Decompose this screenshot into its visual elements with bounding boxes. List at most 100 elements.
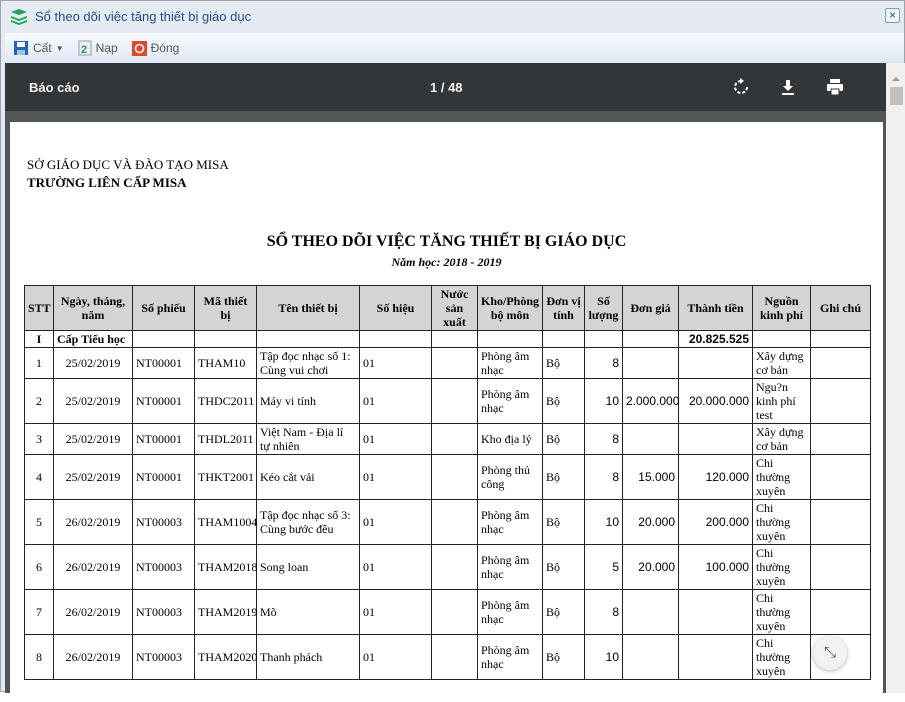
table-cell: 10 <box>584 634 623 680</box>
table-cell: 25/02/2019 <box>53 423 133 455</box>
download-icon[interactable] <box>778 77 798 97</box>
table-cell: 8 <box>24 634 54 680</box>
table-cell <box>431 347 478 379</box>
table-cell <box>678 589 753 635</box>
table-cell: 3 <box>24 423 54 455</box>
table-cell: NT00003 <box>132 544 195 590</box>
table-cell: Phòng âm nhạc <box>477 544 543 590</box>
table-cell: 01 <box>359 454 432 500</box>
table-cell: Chi thường xuyên <box>752 544 811 590</box>
table-cell <box>678 347 753 379</box>
column-header: Đơn vị tính <box>542 285 585 331</box>
table-cell <box>810 347 871 379</box>
equipment-table: STT Ngày, tháng, năm Số phiếu Mã thiết bị Tê… <box>24 285 871 680</box>
table-cell: Xây dựng cơ bản <box>752 347 811 379</box>
title-bar: Sổ theo dõi việc tăng thiết bị giáo dục … <box>1 1 904 32</box>
group-row: I Cấp Tiểu học 20.825.525 <box>24 330 871 348</box>
table-cell: Bộ <box>542 499 585 545</box>
table-row: 6 26/02/2019 NT00003 THAM2018 Song loan 01 Phò… <box>24 544 871 590</box>
table-cell: 10 <box>584 499 623 545</box>
table-cell <box>431 454 478 500</box>
table-cell <box>431 544 478 590</box>
table-cell: THAM2020 <box>194 634 257 680</box>
print-icon[interactable] <box>825 77 845 97</box>
reload-button[interactable]: 2 Nạp <box>78 40 118 56</box>
table-cell <box>431 423 478 455</box>
column-header: Nước sản xuất <box>431 285 478 331</box>
window: Sổ theo dõi việc tăng thiết bị giáo dục … <box>0 0 905 702</box>
table-cell: 8 <box>584 347 623 379</box>
save-button[interactable]: Cất ▼ <box>13 40 64 56</box>
table-cell <box>622 423 679 455</box>
table-row: 2 25/02/2019 NT00001 THDC2011 Máy vi tính 01 P… <box>24 378 871 424</box>
table-cell: 26/02/2019 <box>53 634 133 680</box>
scrollbar[interactable] <box>886 63 905 693</box>
viewer-toolbar: Báo cáo 1 / 48 <box>5 63 886 111</box>
table-cell: 25/02/2019 <box>53 378 133 424</box>
table-cell: Bộ <box>542 634 585 680</box>
rotate-icon[interactable] <box>731 77 751 97</box>
org-name: SỞ GIÁO DỤC VÀ ĐÀO TẠO MISA <box>27 157 229 172</box>
window-title: Sổ theo dõi việc tăng thiết bị giáo dục <box>35 9 252 24</box>
table-cell: 100.000 <box>678 544 753 590</box>
table-cell: Kéo cắt vải <box>256 454 360 500</box>
scroll-thumb[interactable] <box>889 87 903 105</box>
table-cell: 01 <box>359 634 432 680</box>
table-cell: 5 <box>24 499 54 545</box>
table-cell: NT00001 <box>132 423 195 455</box>
table-cell: Bộ <box>542 544 585 590</box>
collapse-icon[interactable]: ⤡ <box>813 636 847 670</box>
table-cell: 01 <box>359 347 432 379</box>
table-cell: NT00001 <box>132 378 195 424</box>
table-row: 1 25/02/2019 NT00001 THAM10 Tập đọc nhạc số … <box>24 347 871 379</box>
viewer-title: Báo cáo <box>29 80 80 95</box>
table-cell: 6 <box>24 544 54 590</box>
table-cell <box>810 454 871 500</box>
table-cell: 10 <box>584 378 623 424</box>
table-cell: 7 <box>24 589 54 635</box>
table-cell: THDL2011 <box>194 423 257 455</box>
table-cell: Mõ <box>256 589 360 635</box>
save-icon <box>14 41 28 55</box>
table-cell: 2.000.000 <box>622 378 679 424</box>
table-cell: THAM2019 <box>194 589 257 635</box>
table-cell <box>810 499 871 545</box>
table-cell: NT00003 <box>132 634 195 680</box>
close-icon[interactable]: × <box>885 8 900 23</box>
table-cell: Tập đọc nhạc số 1: Cùng vui chơi <box>256 347 360 379</box>
table-cell: THDC2011 <box>194 378 257 424</box>
table-row: 8 26/02/2019 NT00003 THAM2020 Thanh phách 01 P… <box>24 634 871 680</box>
table-cell <box>810 423 871 455</box>
chevron-down-icon: ▼ <box>55 43 64 53</box>
table-cell: 120.000 <box>678 454 753 500</box>
table-cell: THAM2018 <box>194 544 257 590</box>
table-cell <box>431 378 478 424</box>
close-button[interactable]: Đóng <box>131 40 179 56</box>
table-cell: Ngu?n kinh phí test <box>752 378 811 424</box>
table-cell: Tập đọc nhạc số 3: Cùng bước đều <box>256 499 360 545</box>
table-row: 5 26/02/2019 NT00003 THAM1004 Tập đọc nhạc s… <box>24 499 871 545</box>
table-cell: Chi thường xuyên <box>752 499 811 545</box>
table-cell <box>431 499 478 545</box>
table-cell <box>810 544 871 590</box>
table-cell: Bộ <box>542 378 585 424</box>
table-cell: Song loan <box>256 544 360 590</box>
table-cell: 8 <box>584 423 623 455</box>
table-cell: Chi thường xuyên <box>752 454 811 500</box>
column-header: Số phiếu <box>132 285 195 331</box>
scroll-up-icon[interactable] <box>892 77 900 81</box>
table-cell <box>622 347 679 379</box>
table-cell: 01 <box>359 499 432 545</box>
table-cell: 15.000 <box>622 454 679 500</box>
table-cell: Phòng âm nhạc <box>477 589 543 635</box>
report-page: SỞ GIÁO DỤC VÀ ĐÀO TẠO MISA TRƯỜNG LIÊN … <box>10 122 883 702</box>
table-cell: 2 <box>24 378 54 424</box>
table-cell <box>431 589 478 635</box>
table-cell: Xây dựng cơ bản <box>752 423 811 455</box>
table-cell: Kho địa lý <box>477 423 543 455</box>
table-cell: 8 <box>584 454 623 500</box>
table-cell <box>431 634 478 680</box>
table-cell: 8 <box>584 589 623 635</box>
column-header: Số lượng <box>584 285 623 331</box>
column-header: Kho/Phòng bộ môn <box>477 285 543 331</box>
